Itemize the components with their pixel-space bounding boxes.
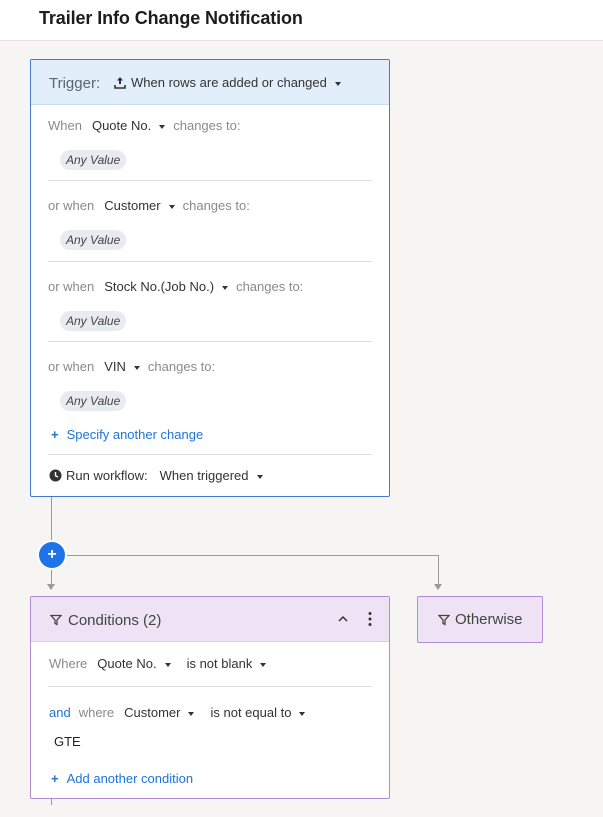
otherwise-card[interactable]: Otherwise [417, 596, 543, 643]
add-step-button[interactable]: + [39, 542, 65, 568]
trigger-condition-1: When Quote No. changes to: Any Value [48, 118, 372, 170]
trigger-condition-4: or when VIN changes to: Any Value [48, 359, 372, 411]
specify-another-change-link[interactable]: + Specify another change [51, 427, 203, 442]
any-value-pill[interactable]: Any Value [60, 230, 127, 250]
condition-prefix: or when [48, 279, 95, 294]
field-dropdown-customer[interactable]: Customer [124, 705, 195, 720]
more-options-icon[interactable] [367, 611, 373, 627]
plus-icon: + [51, 427, 59, 442]
field-dropdown-quote-no[interactable]: Quote No. [97, 656, 171, 671]
condition-suffix: changes to: [236, 279, 304, 294]
otherwise-label: Otherwise [455, 611, 523, 628]
divider [48, 180, 372, 181]
page-title: Trailer Info Change Notification [39, 8, 303, 28]
trigger-type-value: When rows are added or changed [131, 75, 327, 90]
arrow-down-icon [47, 584, 55, 590]
field-dropdown-stock-no[interactable]: Stock No.(Job No.) [104, 279, 229, 294]
divider [48, 261, 372, 262]
and-toggle[interactable]: and [49, 705, 71, 720]
operator-dropdown[interactable]: is not blank [187, 656, 267, 671]
run-workflow-row: Run workflow: When triggered [49, 468, 263, 483]
field-dropdown-customer[interactable]: Customer [104, 198, 175, 213]
divider [48, 454, 372, 455]
caret-down-icon [188, 711, 195, 716]
trigger-condition-2: or when Customer changes to: Any Value [48, 198, 372, 250]
upload-rows-icon [114, 77, 126, 89]
caret-down-icon [334, 81, 341, 86]
caret-down-icon [256, 474, 263, 479]
any-value-pill[interactable]: Any Value [60, 150, 127, 170]
trigger-header: Trigger: When rows are added or changed [31, 60, 389, 105]
where-label: Where [49, 656, 88, 671]
caret-down-icon [133, 365, 140, 370]
condition-suffix: changes to: [173, 118, 241, 133]
conditions-title: Conditions (2) [68, 612, 162, 629]
where-label: where [78, 705, 115, 720]
connector-line [51, 799, 52, 805]
connector-line [51, 497, 52, 542]
caret-down-icon [222, 285, 229, 290]
condition-suffix: changes to: [182, 198, 250, 213]
chevron-up-icon[interactable] [337, 614, 349, 624]
condition-prefix: or when [48, 359, 95, 374]
header-bar: Trailer Info Change Notification [0, 0, 603, 41]
condition-suffix: changes to: [147, 359, 216, 374]
field-dropdown-quote-no[interactable]: Quote No. [92, 118, 166, 133]
trigger-card: Trigger: When rows are added or changed … [30, 59, 390, 497]
plus-icon: + [51, 771, 59, 786]
field-dropdown-vin[interactable]: VIN [104, 359, 140, 374]
operator-dropdown[interactable]: is not equal to [210, 705, 306, 720]
connector-line [65, 555, 439, 556]
condition-prefix: or when [48, 198, 95, 213]
caret-down-icon [260, 662, 267, 667]
condition-prefix: When [48, 118, 82, 133]
caret-down-icon [299, 711, 306, 716]
arrow-down-icon [434, 584, 442, 590]
conditions-header[interactable]: Conditions (2) [31, 597, 389, 642]
trigger-type-dropdown[interactable]: When rows are added or changed [131, 75, 341, 90]
any-value-pill[interactable]: Any Value [60, 391, 127, 411]
conditions-card: Conditions (2) Where Quote No. is not blan… [30, 596, 390, 799]
condition-row-1: Where Quote No. is not blank [49, 656, 267, 671]
caret-down-icon [164, 662, 171, 667]
condition-value[interactable]: GTE [54, 734, 81, 749]
divider [48, 686, 372, 687]
clock-icon [49, 469, 62, 482]
trigger-label: Trigger: [49, 75, 101, 92]
filter-icon [50, 614, 62, 626]
caret-down-icon [168, 204, 175, 209]
condition-row-2: and where Customer is not equal to [49, 705, 306, 720]
divider [48, 341, 372, 342]
any-value-pill[interactable]: Any Value [60, 311, 127, 331]
caret-down-icon [159, 124, 166, 129]
filter-icon [438, 614, 450, 626]
add-another-condition-link[interactable]: + Add another condition [51, 771, 193, 786]
run-workflow-dropdown[interactable]: When triggered [160, 468, 263, 483]
run-workflow-label: Run workflow: [66, 468, 148, 483]
trigger-condition-3: or when Stock No.(Job No.) changes to: Any… [48, 279, 372, 331]
